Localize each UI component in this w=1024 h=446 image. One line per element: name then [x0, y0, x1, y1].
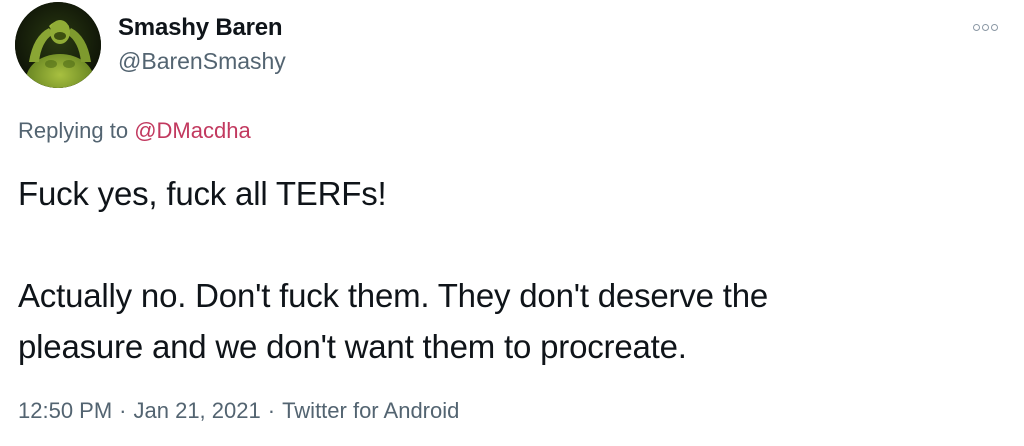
display-name[interactable]: Smashy Baren [118, 14, 283, 42]
replying-to-label: Replying to [18, 118, 135, 143]
meta-separator: · [267, 398, 276, 423]
more-dot-icon [990, 23, 998, 31]
replying-to: Replying to @DMacdha [18, 118, 251, 144]
tweet-date[interactable]: Jan 21, 2021 [134, 398, 261, 423]
avatar-image [15, 2, 101, 88]
tweet-card: Smashy Baren @BarenSmashy Replying to @D… [0, 0, 1024, 446]
user-handle[interactable]: @BarenSmashy [118, 48, 286, 75]
tweet-source[interactable]: Twitter for Android [282, 398, 459, 423]
tweet-line: pleasure and we don't want them to procr… [18, 328, 687, 365]
meta-separator: · [119, 398, 127, 423]
more-options-button[interactable] [968, 16, 1002, 38]
reply-to-handle-link[interactable]: @DMacdha [134, 118, 251, 143]
tweet-line: Actually no. Don't fuck them. They don't… [18, 277, 769, 314]
more-dot-icon [981, 23, 989, 31]
avatar[interactable] [15, 2, 101, 88]
more-dot-icon [972, 23, 980, 31]
tweet-time[interactable]: 12:50 PM [18, 398, 112, 423]
tweet-meta: 12:50 PM · Jan 21, 2021 · Twitter for Androi… [18, 398, 459, 424]
tweet-text: Fuck yes, fuck all TERFs! Actually no. D… [18, 168, 1008, 372]
tweet-line: Fuck yes, fuck all TERFs! [18, 175, 387, 212]
